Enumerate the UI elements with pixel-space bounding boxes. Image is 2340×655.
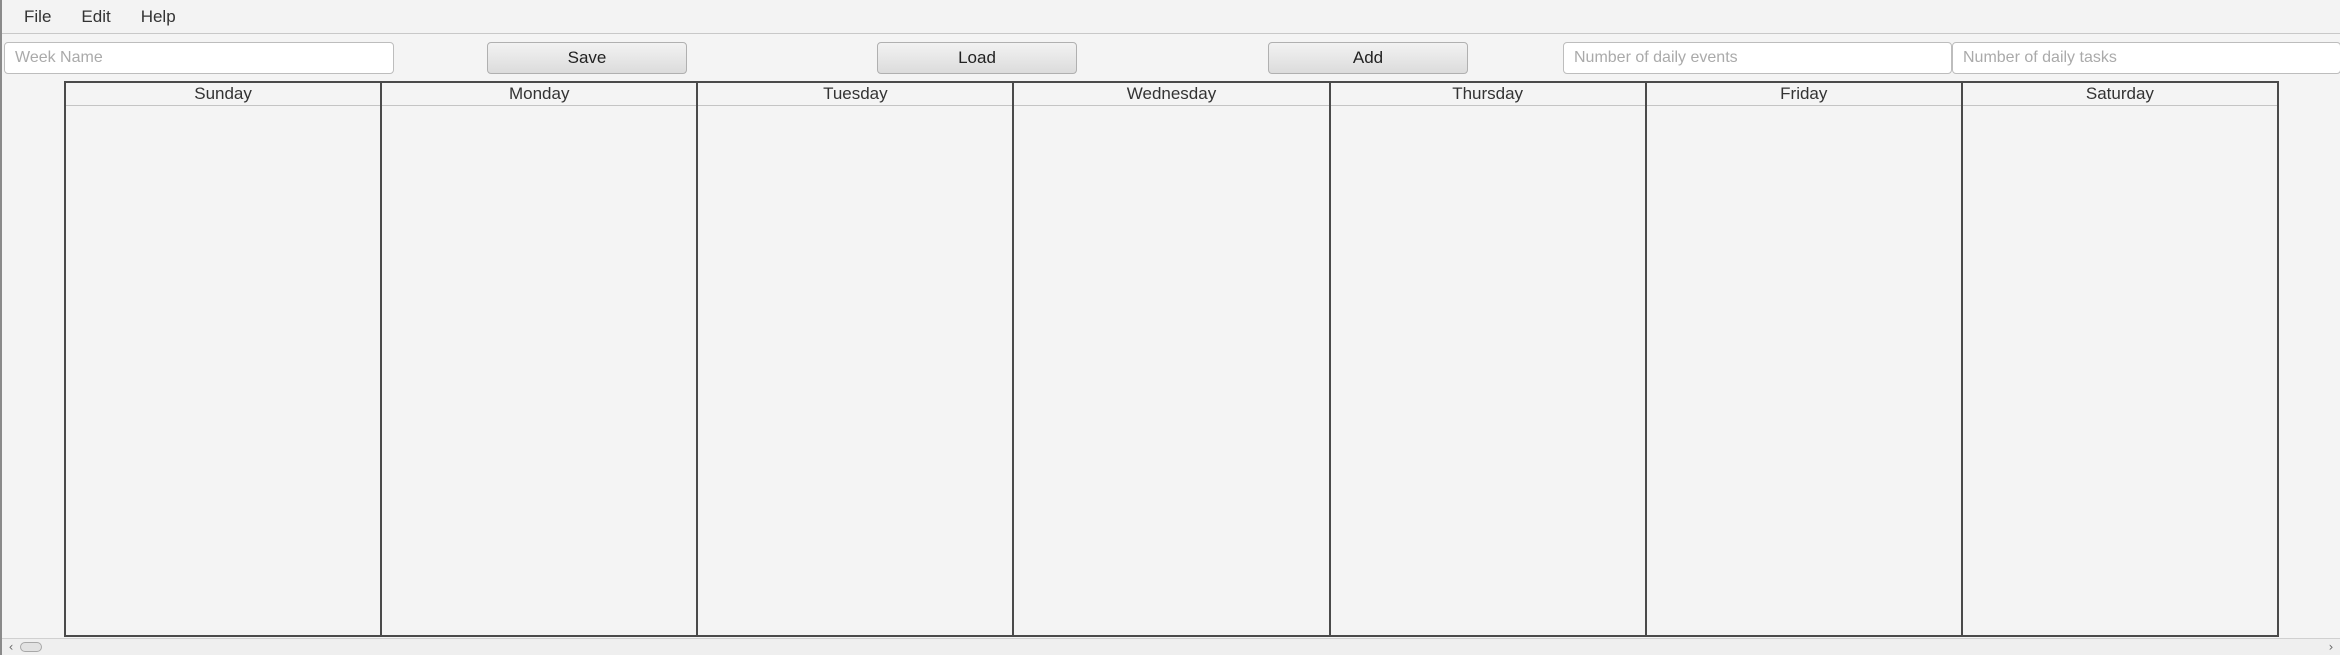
day-header-tuesday: Tuesday — [698, 83, 1013, 106]
menu-bar: File Edit Help — [2, 0, 2340, 34]
day-body-thursday[interactable] — [1331, 106, 1645, 635]
app-window: File Edit Help Save Load Add Sunday Mond… — [0, 0, 2340, 655]
save-button[interactable]: Save — [487, 42, 687, 74]
menu-edit[interactable]: Edit — [71, 1, 120, 33]
day-body-wednesday[interactable] — [1014, 106, 1328, 635]
chevron-left-icon[interactable]: ‹ — [4, 639, 18, 655]
day-column-thursday[interactable]: Thursday — [1330, 83, 1647, 635]
day-body-sunday[interactable] — [66, 106, 380, 635]
add-button[interactable]: Add — [1268, 42, 1468, 74]
day-column-sunday[interactable]: Sunday — [66, 83, 383, 635]
day-body-tuesday[interactable] — [698, 106, 1012, 635]
day-header-saturday: Saturday — [1962, 83, 2277, 106]
week-name-input[interactable] — [4, 42, 394, 74]
day-header-friday: Friday — [1646, 83, 1961, 106]
day-header-wednesday: Wednesday — [1014, 83, 1329, 106]
day-body-friday[interactable] — [1647, 106, 1961, 635]
daily-events-input[interactable] — [1563, 42, 1952, 74]
daily-tasks-input[interactable] — [1952, 42, 2340, 74]
week-calendar-grid: Sunday Monday Tuesday Wednesday Thursday… — [64, 81, 2279, 637]
day-header-monday: Monday — [382, 83, 697, 106]
day-body-saturday[interactable] — [1963, 106, 2277, 635]
horizontal-scrollbar[interactable]: ‹ › — [2, 638, 2340, 655]
day-header-thursday: Thursday — [1330, 83, 1645, 106]
day-column-tuesday[interactable]: Tuesday — [698, 83, 1015, 635]
load-button[interactable]: Load — [877, 42, 1077, 74]
menu-file[interactable]: File — [14, 1, 61, 33]
chevron-right-icon[interactable]: › — [2324, 639, 2338, 655]
day-column-saturday[interactable]: Saturday — [1962, 83, 2277, 635]
day-column-friday[interactable]: Friday — [1646, 83, 1963, 635]
scrollbar-thumb[interactable] — [20, 642, 42, 652]
day-body-monday[interactable] — [382, 106, 696, 635]
menu-help[interactable]: Help — [131, 1, 186, 33]
day-header-sunday: Sunday — [66, 83, 381, 106]
day-column-monday[interactable]: Monday — [382, 83, 699, 635]
day-column-wednesday[interactable]: Wednesday — [1014, 83, 1331, 635]
